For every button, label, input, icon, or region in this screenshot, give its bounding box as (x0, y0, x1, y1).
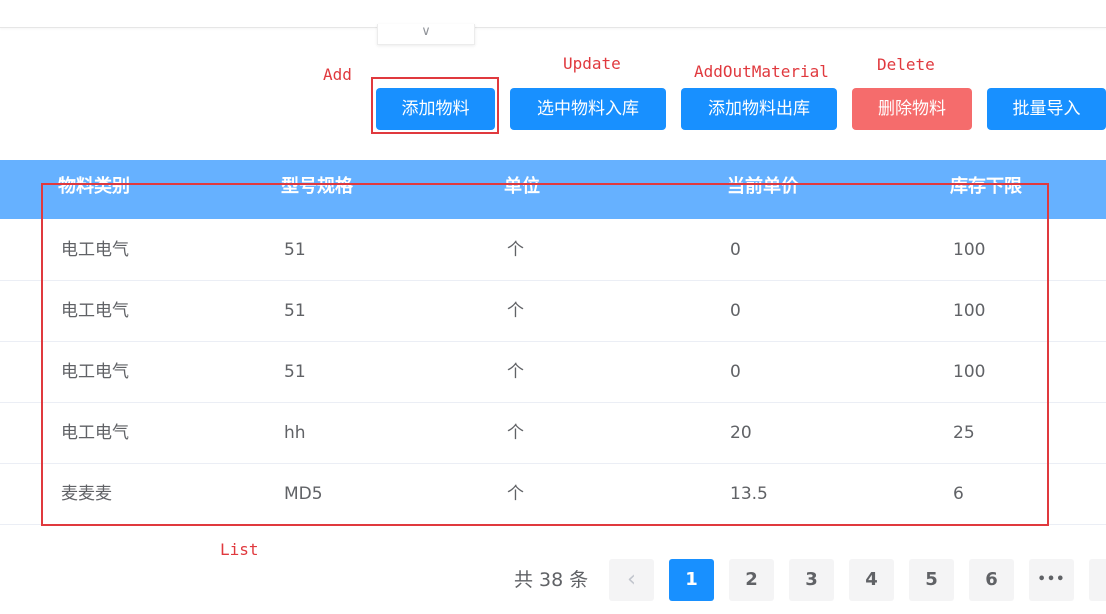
stock-out-button[interactable]: 添加物料出库 (681, 88, 837, 130)
stock-in-selected-button[interactable]: 选中物料入库 (510, 88, 666, 130)
pagination-page-2[interactable]: 2 (729, 559, 774, 601)
batch-import-button[interactable]: 批量导入 (987, 88, 1106, 130)
pagination-prev-button[interactable]: ‹ (609, 559, 654, 601)
pagination-more-button[interactable]: ••• (1029, 559, 1074, 601)
pagination-page-4[interactable]: 4 (849, 559, 894, 601)
pagination-page-6[interactable]: 6 (969, 559, 1014, 601)
top-bar (0, 0, 1106, 28)
annotation-add: Add (323, 65, 352, 84)
pagination-next-button[interactable] (1089, 559, 1106, 601)
add-material-button[interactable]: 添加物料 (376, 88, 495, 130)
annotation-list: List (220, 540, 259, 559)
pagination-total: 共 38 条 (514, 569, 589, 591)
pagination-page-1[interactable]: 1 (669, 559, 714, 601)
annotation-update: Update (563, 54, 621, 73)
collapse-toggle[interactable]: ∨ (377, 24, 475, 45)
pagination-page-5[interactable]: 5 (909, 559, 954, 601)
chevron-left-icon: ‹ (627, 567, 636, 592)
annotation-delete: Delete (877, 55, 935, 74)
pagination-page-3[interactable]: 3 (789, 559, 834, 601)
more-icon: ••• (1037, 572, 1066, 587)
annotation-add-out-material: AddOutMaterial (694, 62, 829, 81)
list-highlight-frame (41, 183, 1049, 526)
delete-material-button[interactable]: 删除物料 (852, 88, 972, 130)
chevron-down-icon: ∨ (421, 24, 431, 39)
